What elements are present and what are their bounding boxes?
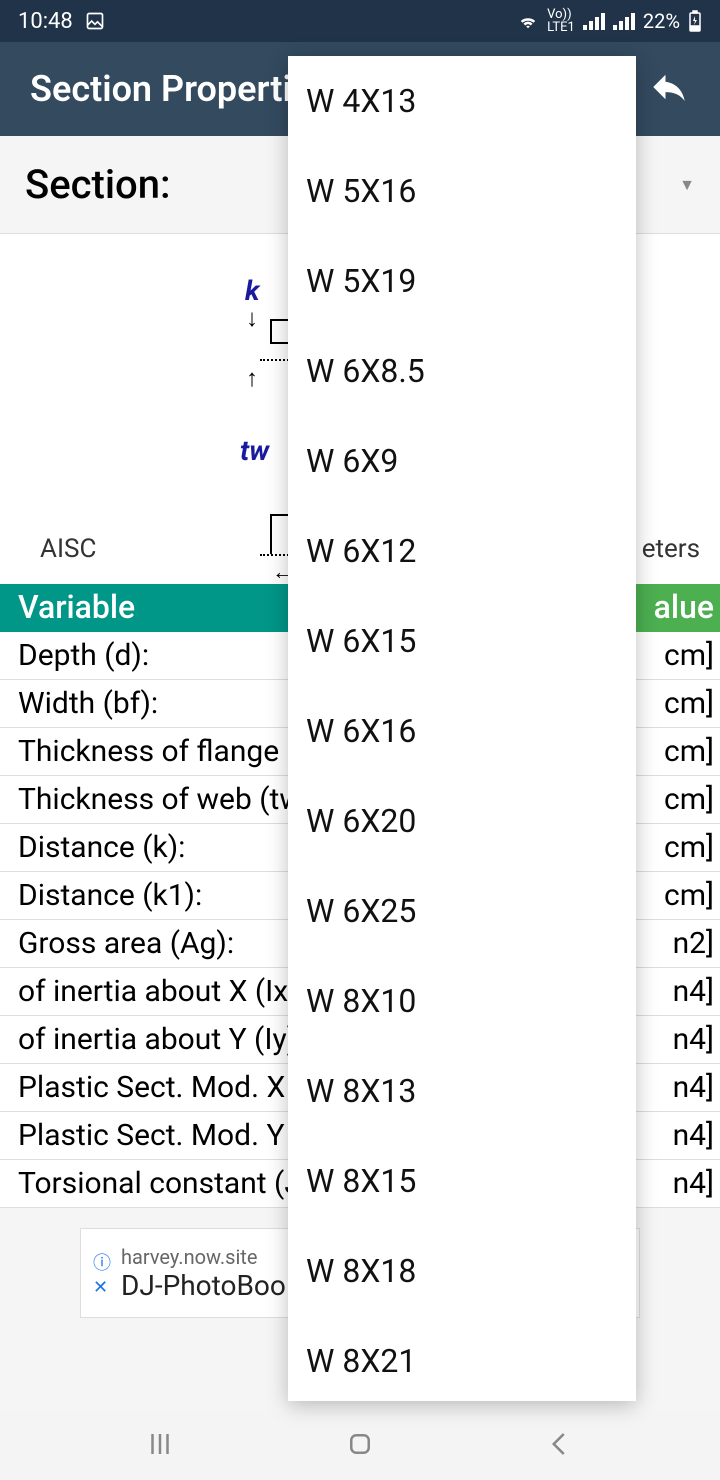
dropdown-item[interactable]: W 5X16	[288, 146, 636, 236]
units-label: eters	[642, 534, 700, 564]
unit-cell: n4]	[630, 1020, 720, 1059]
signal-icon-1	[583, 12, 605, 30]
unit-cell: cm]	[630, 684, 720, 723]
page-title: Section Properties	[30, 68, 330, 110]
section-dropdown-list[interactable]: W 4X13W 5X16W 5X19W 6X8.5W 6X9W 6X12W 6X…	[288, 56, 636, 1401]
signal-icon-2	[613, 12, 635, 30]
status-right: Vo))LTE1 22%	[517, 8, 702, 34]
dropdown-item[interactable]: W 8X13	[288, 1046, 636, 1136]
status-left: 10:48	[18, 9, 105, 34]
unit-cell: n2]	[630, 924, 720, 963]
recent-apps-button[interactable]	[145, 1429, 175, 1463]
arrow-down-icon: ↓	[246, 304, 258, 333]
ad-site: harvey.now.site	[121, 1245, 286, 1269]
unit-cell: cm]	[630, 636, 720, 675]
info-icon[interactable]: ⓘ	[93, 1249, 111, 1275]
unit-cell: cm]	[630, 780, 720, 819]
header-value: alue	[630, 584, 720, 632]
ad-text: harvey.now.site DJ-PhotoBoo	[121, 1245, 286, 1302]
dropdown-item[interactable]: W 6X20	[288, 776, 636, 866]
network-label: Vo))LTE1	[547, 8, 575, 34]
reply-icon[interactable]	[648, 66, 690, 112]
diagram-k-label: k	[245, 274, 260, 307]
wifi-icon	[517, 12, 539, 30]
unit-cell: cm]	[630, 876, 720, 915]
android-nav-bar	[0, 1412, 720, 1480]
dropdown-item[interactable]: W 6X12	[288, 506, 636, 596]
ad-title: DJ-PhotoBoo	[121, 1269, 286, 1302]
diagram-tw-label: tw	[240, 434, 269, 467]
home-button[interactable]	[345, 1429, 375, 1463]
dropdown-item[interactable]: W 8X15	[288, 1136, 636, 1226]
aisc-label: AISC	[40, 534, 96, 564]
dropdown-item[interactable]: W 6X25	[288, 866, 636, 956]
unit-cell: n4]	[630, 1164, 720, 1203]
dropdown-item[interactable]: W 8X10	[288, 956, 636, 1046]
dropdown-item[interactable]: W 6X9	[288, 416, 636, 506]
close-icon[interactable]: ✕	[93, 1277, 111, 1298]
dropdown-item[interactable]: W 6X15	[288, 596, 636, 686]
battery-icon	[688, 10, 702, 32]
dropdown-item[interactable]: W 4X13	[288, 56, 636, 146]
section-label: Section:	[25, 161, 171, 208]
back-button[interactable]	[545, 1429, 575, 1463]
battery-percent: 22%	[643, 9, 680, 33]
status-time: 10:48	[18, 9, 73, 34]
chevron-down-icon: ▼	[679, 175, 695, 195]
image-icon	[85, 11, 105, 31]
unit-cell: n4]	[630, 1116, 720, 1155]
unit-cell: n4]	[630, 1068, 720, 1107]
dropdown-item[interactable]: W 5X19	[288, 236, 636, 326]
dropdown-item[interactable]: W 8X21	[288, 1316, 636, 1401]
dropdown-item[interactable]: W 6X16	[288, 686, 636, 776]
dropdown-item[interactable]: W 8X18	[288, 1226, 636, 1316]
dropdown-item[interactable]: W 6X8.5	[288, 326, 636, 416]
ad-controls: ⓘ ✕	[93, 1249, 111, 1298]
arrow-up-icon: ↑	[246, 364, 258, 393]
unit-cell: cm]	[630, 828, 720, 867]
unit-cell: cm]	[630, 732, 720, 771]
status-bar: 10:48 Vo))LTE1 22%	[0, 0, 720, 42]
unit-cell: n4]	[630, 972, 720, 1011]
